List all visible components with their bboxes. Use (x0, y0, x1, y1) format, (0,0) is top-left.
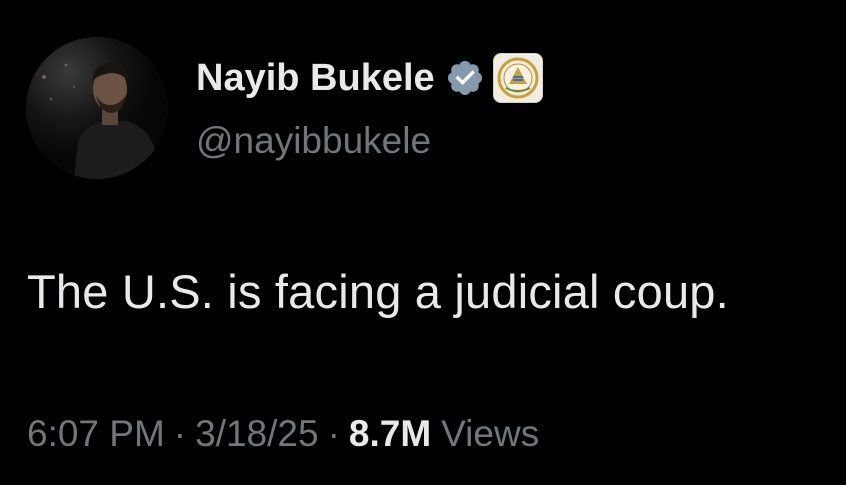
author-name-row: Nayib Bukele (196, 53, 543, 103)
meta-separator: · (327, 413, 340, 454)
views-label: Views (441, 413, 540, 454)
tweet-text: The U.S. is facing a judicial coup. (27, 265, 729, 318)
tweet-time[interactable]: 6:07 PM (27, 413, 165, 455)
tweet-card: Nayib Bukele @nayibbukele The U.S. is fa… (0, 0, 846, 485)
verified-badge-icon[interactable] (445, 58, 485, 98)
tweet-metadata: 6:07 PM · 3/18/25 · 8.7M Views (27, 413, 539, 455)
views-count[interactable]: 8.7M (349, 413, 431, 455)
meta-separator: · (173, 413, 187, 454)
affiliate-coat-of-arms-icon[interactable] (492, 53, 543, 103)
author-handle[interactable]: @nayibbukele (196, 120, 431, 162)
tweet-date[interactable]: 3/18/25 (195, 413, 318, 455)
avatar-portrait-icon (26, 37, 168, 179)
author-display-name[interactable]: Nayib Bukele (196, 57, 435, 100)
author-avatar[interactable] (26, 37, 168, 179)
